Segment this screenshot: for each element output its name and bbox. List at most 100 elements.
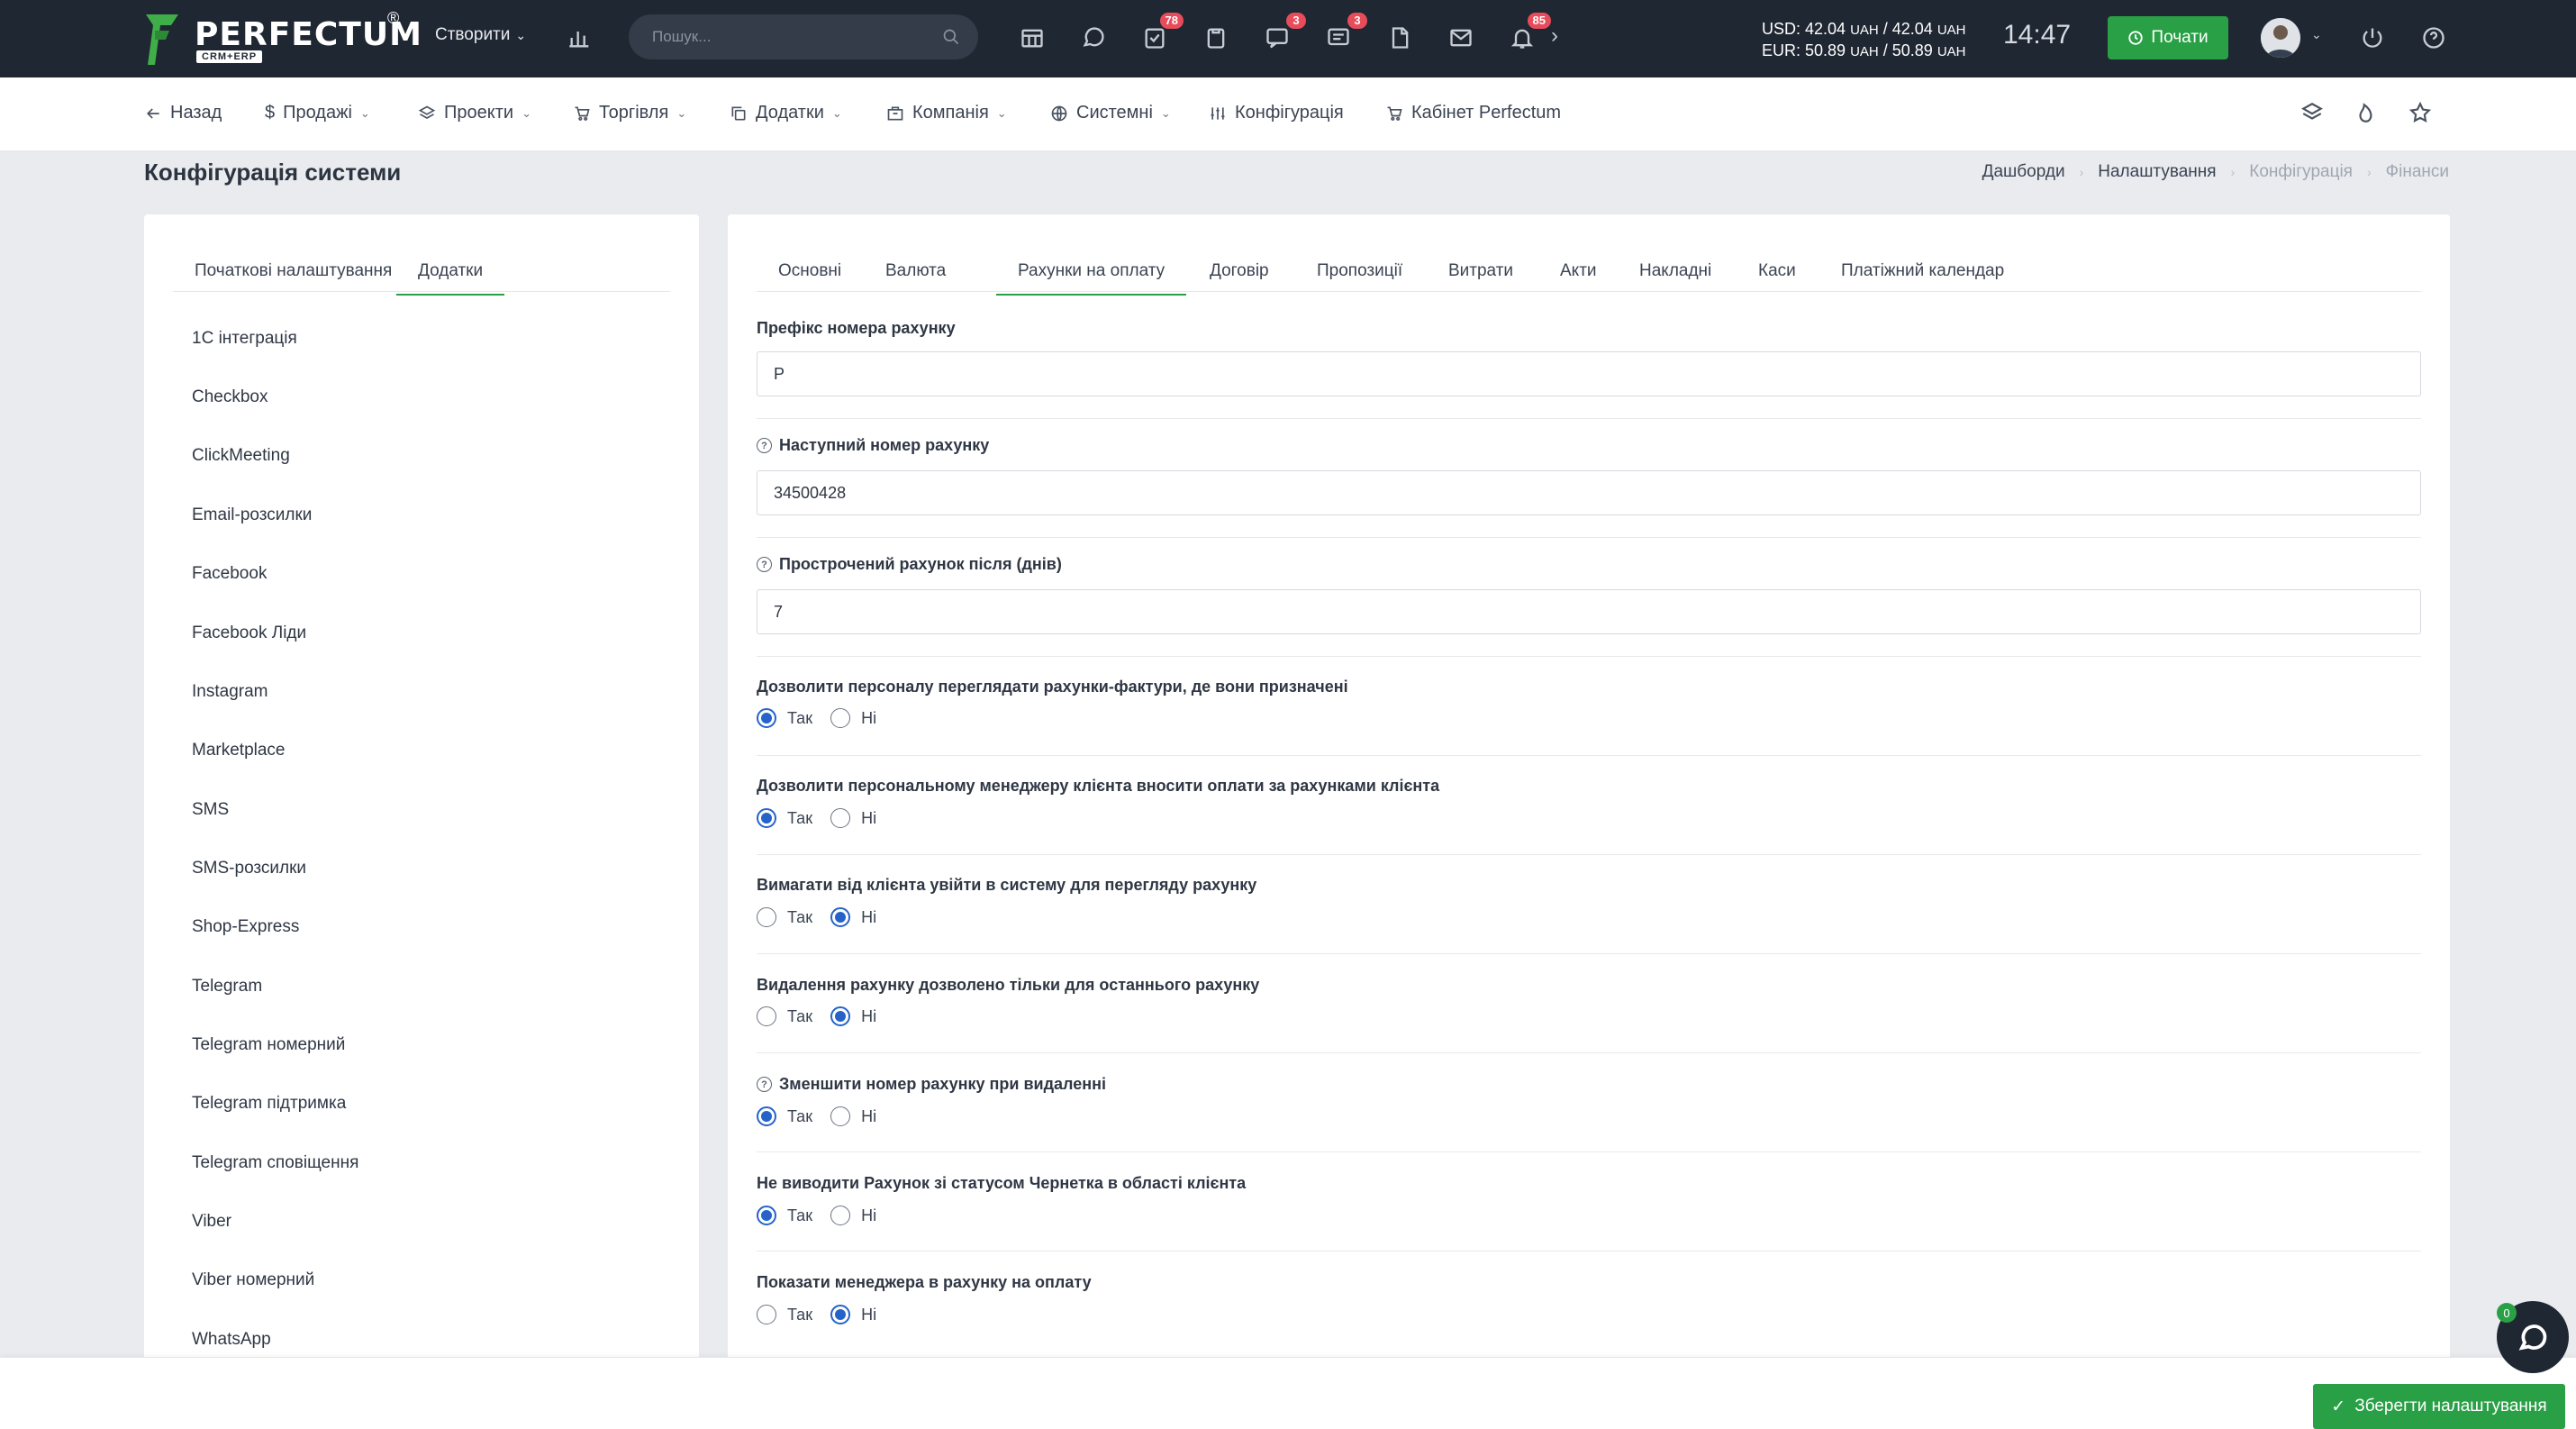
radio-yes[interactable]	[757, 907, 776, 927]
addon-item[interactable]: Telegram номерний	[192, 1035, 345, 1055]
radio-no[interactable]	[830, 808, 851, 828]
radio-no-label[interactable]: Ні	[861, 809, 876, 828]
document-icon[interactable]	[1383, 22, 1416, 54]
tab-invoices[interactable]: Рахунки на оплату	[996, 261, 1187, 296]
chevron-down-icon[interactable]: ⌄	[2311, 27, 2322, 42]
addon-item[interactable]: WhatsApp	[192, 1330, 271, 1350]
addon-item[interactable]: SMS-розсилки	[192, 859, 306, 878]
addon-item[interactable]: Marketplace	[192, 741, 286, 760]
radio-no[interactable]	[830, 1006, 851, 1026]
create-dropdown[interactable]: Створити ⌄	[435, 25, 526, 45]
radio-yes[interactable]	[757, 1106, 776, 1126]
nav-config[interactable]: Конфігурація	[1209, 103, 1344, 123]
calendar-table-icon[interactable]	[1016, 22, 1048, 54]
tab-waybills[interactable]: Накладні	[1639, 261, 1711, 294]
radio-yes[interactable]	[757, 1206, 776, 1225]
addon-item[interactable]: SMS	[192, 800, 229, 820]
radio-no-label[interactable]: Ні	[861, 709, 876, 728]
nav-sales[interactable]: $ Продажі ⌄	[265, 103, 370, 123]
addon-item[interactable]: Instagram	[192, 682, 268, 702]
clipboard-icon[interactable]	[1200, 22, 1232, 54]
tab-acts[interactable]: Акти	[1560, 261, 1597, 294]
radio-no[interactable]	[830, 1206, 851, 1225]
addon-item[interactable]: Viber	[192, 1212, 231, 1232]
addon-item[interactable]: Facebook Ліди	[192, 623, 306, 643]
save-settings-button[interactable]: ✓ Зберегти налаштування	[2313, 1384, 2565, 1429]
radio-no[interactable]	[830, 907, 851, 927]
tab-basic[interactable]: Основні	[778, 261, 841, 294]
reports-icon[interactable]	[564, 22, 596, 54]
layers-icon[interactable]	[2300, 101, 2327, 128]
radio-no-label[interactable]: Ні	[861, 1306, 876, 1324]
nav-addons[interactable]: Додатки ⌄	[730, 103, 842, 123]
notifications-bell-icon[interactable]: 85	[1506, 13, 1551, 54]
next-invoice-number-input[interactable]	[757, 470, 2421, 515]
invoice-prefix-input[interactable]	[757, 351, 2421, 396]
search-icon[interactable]	[942, 28, 960, 46]
tasks-icon[interactable]: 78	[1138, 13, 1184, 54]
radio-no[interactable]	[830, 1106, 851, 1126]
radio-yes-label[interactable]: Так	[787, 809, 812, 828]
addon-item[interactable]: Telegram сповіщення	[192, 1153, 358, 1173]
tab-contract[interactable]: Договір	[1210, 261, 1269, 294]
support-chat-icon[interactable]: 3	[1261, 13, 1306, 54]
addon-item[interactable]: 1С інтеграція	[192, 329, 297, 349]
logo[interactable]: PERFECTUM ® CRM+ERP	[144, 9, 422, 68]
breadcrumb-dashboards[interactable]: Дашборди	[1982, 162, 2065, 182]
radio-no[interactable]	[830, 1305, 851, 1324]
addon-item[interactable]: ClickMeeting	[192, 446, 290, 466]
addon-item[interactable]: Telegram	[192, 977, 262, 997]
start-button[interactable]: Почати	[2108, 16, 2228, 59]
tab-cashboxes[interactable]: Каси	[1758, 261, 1796, 294]
tab-proposals[interactable]: Пропозиції	[1317, 261, 1402, 294]
addon-item[interactable]: Facebook	[192, 564, 267, 584]
help-circle-icon[interactable]: ?	[757, 557, 772, 572]
nav-back[interactable]: Назад	[144, 103, 222, 123]
breadcrumb-config[interactable]: Конфігурація	[2249, 162, 2353, 182]
radio-yes[interactable]	[757, 708, 776, 728]
radio-no[interactable]	[830, 708, 851, 728]
addon-item[interactable]: Viber номерний	[192, 1270, 314, 1290]
tab-addons[interactable]: Додатки	[396, 261, 505, 296]
radio-no-label[interactable]: Ні	[861, 1107, 876, 1126]
tab-expenses[interactable]: Витрати	[1448, 261, 1513, 294]
radio-yes[interactable]	[757, 1305, 776, 1324]
help-circle-icon[interactable]: ?	[757, 438, 772, 453]
radio-no-label[interactable]: Ні	[861, 1206, 876, 1225]
messages-icon[interactable]: 3	[1322, 13, 1367, 54]
radio-yes-label[interactable]: Так	[787, 1107, 812, 1126]
radio-yes-label[interactable]: Так	[787, 1007, 812, 1026]
search-box[interactable]	[629, 14, 978, 59]
tab-payment-calendar[interactable]: Платіжний календар	[1841, 261, 2004, 294]
radio-yes[interactable]	[757, 808, 776, 828]
addon-item[interactable]: Shop-Express	[192, 917, 299, 937]
radio-yes-label[interactable]: Так	[787, 1206, 812, 1225]
radio-yes-label[interactable]: Так	[787, 1306, 812, 1324]
radio-yes-label[interactable]: Так	[787, 709, 812, 728]
nav-cabinet[interactable]: Кабінет Perfectum	[1385, 103, 1561, 123]
tab-currency[interactable]: Валюта	[885, 261, 946, 294]
chat-bubble-icon[interactable]	[1077, 22, 1110, 54]
search-input[interactable]	[652, 25, 922, 49]
addon-item[interactable]: Checkbox	[192, 387, 268, 407]
radio-no-label[interactable]: Ні	[861, 1007, 876, 1026]
nav-company[interactable]: Компанія ⌄	[886, 103, 1007, 123]
breadcrumb-settings[interactable]: Налаштування	[2098, 162, 2216, 182]
help-icon[interactable]	[2417, 22, 2450, 54]
avatar[interactable]	[2261, 18, 2300, 58]
radio-yes-label[interactable]: Так	[787, 908, 812, 927]
radio-yes[interactable]	[757, 1006, 776, 1026]
star-icon[interactable]	[2408, 101, 2435, 128]
chevron-right-icon[interactable]: ›	[1551, 23, 1558, 49]
radio-no-label[interactable]: Ні	[861, 908, 876, 927]
tab-initial-settings[interactable]: Початкові налаштування	[195, 261, 392, 294]
overdue-days-input[interactable]	[757, 589, 2421, 634]
nav-system[interactable]: Системні ⌄	[1050, 103, 1171, 123]
mail-icon[interactable]	[1445, 22, 1477, 54]
power-icon[interactable]	[2356, 22, 2389, 54]
addon-item[interactable]: Telegram підтримка	[192, 1094, 346, 1114]
addon-item[interactable]: Email-розсилки	[192, 505, 312, 525]
nav-trade[interactable]: Торгівля ⌄	[573, 103, 686, 123]
help-circle-icon[interactable]: ?	[757, 1077, 772, 1092]
fire-icon[interactable]	[2354, 101, 2381, 128]
